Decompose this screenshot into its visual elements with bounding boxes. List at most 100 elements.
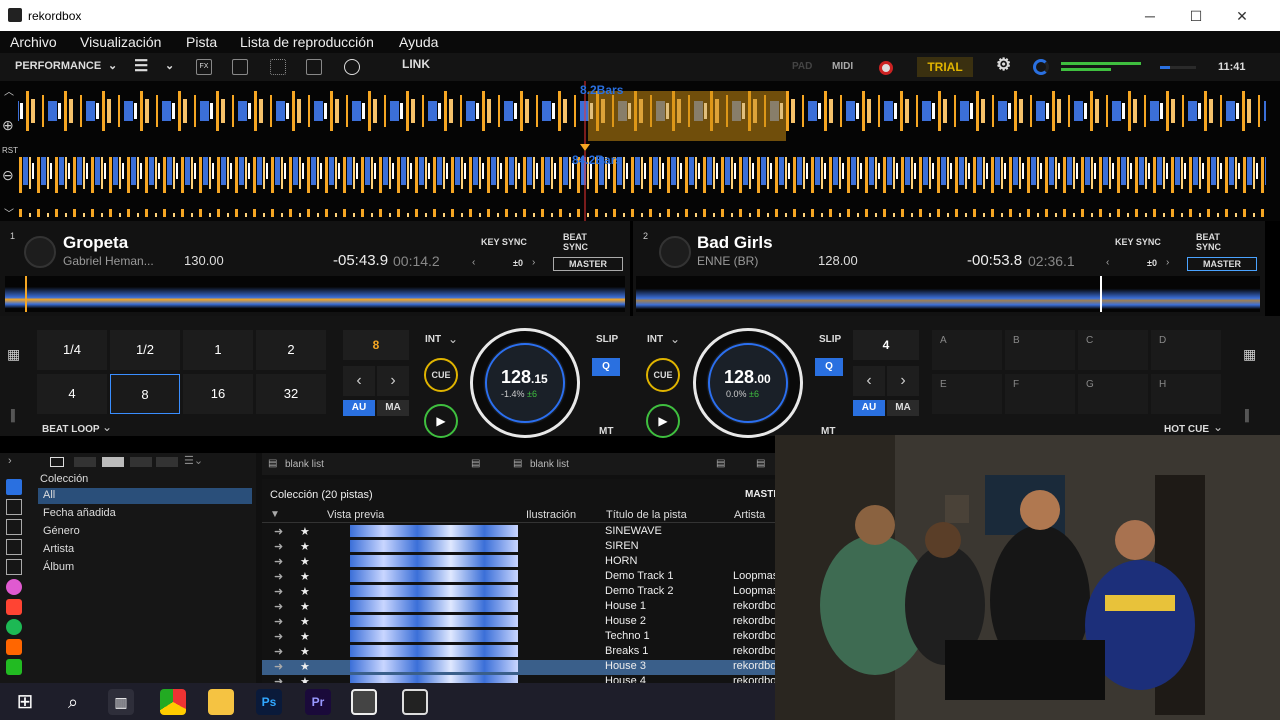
- record-icon[interactable]: [344, 59, 360, 75]
- load-arrow-icon[interactable]: ➜: [274, 570, 283, 583]
- menu-lista-reproduccion[interactable]: Lista de reproducción: [240, 34, 374, 50]
- table-row[interactable]: ➜ ★ House 2 rekordbo: [262, 615, 776, 630]
- master-button[interactable]: MASTER: [1187, 257, 1257, 271]
- chevron-down-icon[interactable]: ⌄: [102, 420, 112, 434]
- tree-item-genre[interactable]: Género: [43, 525, 80, 537]
- tree-item-date[interactable]: Fecha añadida: [43, 507, 116, 519]
- view-mode-icon[interactable]: [102, 457, 124, 467]
- key-down-icon[interactable]: ‹: [1106, 257, 1109, 268]
- cue-button[interactable]: CUE: [646, 358, 680, 392]
- jog-wheel[interactable]: 128.15 -1.4% ±6: [470, 328, 580, 438]
- table-row[interactable]: ➜ ★ House 3 rekordbo: [262, 660, 776, 675]
- pad-button[interactable]: PAD: [792, 61, 812, 79]
- photoshop-icon[interactable]: Ps: [256, 689, 282, 715]
- beat-jump-back-icon[interactable]: ‹: [853, 366, 885, 396]
- preview-waveform[interactable]: [350, 615, 518, 627]
- fx-icon[interactable]: FX: [196, 59, 212, 75]
- chrome-icon[interactable]: [160, 689, 186, 715]
- star-icon[interactable]: ★: [300, 540, 310, 553]
- blank-list-tab[interactable]: blank list: [285, 459, 324, 470]
- pad-grid-icon[interactable]: ▦: [7, 346, 20, 363]
- tree-header[interactable]: Colección: [40, 473, 88, 485]
- view-icon[interactable]: [50, 457, 64, 467]
- quantize-button[interactable]: Q: [815, 358, 843, 376]
- explorer-icon[interactable]: [6, 539, 22, 555]
- tree-item-album[interactable]: Álbum: [43, 561, 74, 573]
- load-arrow-icon[interactable]: ➜: [274, 600, 283, 613]
- int-button[interactable]: INT: [647, 334, 663, 345]
- load-arrow-icon[interactable]: ➜: [274, 555, 283, 568]
- preview-waveform[interactable]: [350, 660, 518, 672]
- pad-side-icon[interactable]: ▐: [7, 410, 15, 422]
- table-row[interactable]: ➜ ★ House 1 rekordbo: [262, 600, 776, 615]
- column-preview[interactable]: Vista previa: [327, 509, 384, 521]
- hot-cue-pad[interactable]: B: [1005, 330, 1075, 370]
- loop-pad[interactable]: 1: [183, 330, 253, 370]
- tag-list-icon[interactable]: [6, 519, 22, 535]
- key-down-icon[interactable]: ‹: [472, 257, 475, 268]
- table-row[interactable]: ➜ ★ Techno 1 rekordbo: [262, 630, 776, 645]
- table-row[interactable]: ➜ ★ Demo Track 1 Loopmas: [262, 570, 778, 585]
- menu-pista[interactable]: Pista: [186, 34, 217, 50]
- loop-pad[interactable]: 2: [256, 330, 326, 370]
- slip-button[interactable]: SLIP: [819, 334, 841, 345]
- expand-icon[interactable]: ›: [8, 455, 12, 467]
- tree-item-selected[interactable]: [38, 488, 252, 504]
- beat-jump-forward-icon[interactable]: ›: [377, 366, 409, 396]
- mixer-icon[interactable]: [306, 59, 322, 75]
- pad-side-icon[interactable]: ▌: [1245, 410, 1253, 422]
- auto-button[interactable]: AU: [853, 400, 885, 416]
- collection-icon[interactable]: [6, 479, 22, 495]
- reset-button[interactable]: RST: [2, 146, 18, 155]
- overview-waveform[interactable]: [636, 276, 1260, 312]
- rekordbox-taskbar-icon[interactable]: [351, 689, 377, 715]
- search-icon[interactable]: ⌕: [60, 689, 86, 715]
- int-button[interactable]: INT: [425, 334, 441, 345]
- hot-cue-pad[interactable]: G: [1078, 374, 1148, 414]
- master-tempo-button[interactable]: MT: [599, 426, 613, 437]
- close-button[interactable]: ✕: [1232, 6, 1252, 26]
- key-up-icon[interactable]: ›: [1166, 257, 1169, 268]
- app-taskbar-icon[interactable]: [402, 689, 428, 715]
- load-arrow-icon[interactable]: ➜: [274, 630, 283, 643]
- loop-pad[interactable]: 4: [37, 374, 107, 414]
- chevron-down-icon[interactable]: ⌄: [108, 59, 117, 77]
- hot-cue-pad[interactable]: H: [1151, 374, 1221, 414]
- tree-item-artist[interactable]: Artista: [43, 543, 74, 555]
- minimize-button[interactable]: ─: [1140, 6, 1160, 26]
- loop-pad[interactable]: 1/2: [110, 330, 180, 370]
- hot-cue-pad[interactable]: F: [1005, 374, 1075, 414]
- load-arrow-icon[interactable]: ➜: [274, 645, 283, 658]
- preview-waveform[interactable]: [350, 645, 518, 657]
- column-title[interactable]: Título de la pista: [606, 509, 687, 521]
- load-arrow-icon[interactable]: ➜: [274, 615, 283, 628]
- trial-button[interactable]: TRIAL: [917, 57, 973, 77]
- star-icon[interactable]: ★: [300, 660, 310, 673]
- premiere-icon[interactable]: Pr: [305, 689, 331, 715]
- zoom-out-icon[interactable]: ⊖: [2, 167, 14, 184]
- star-icon[interactable]: ★: [300, 630, 310, 643]
- manual-button[interactable]: MA: [887, 400, 919, 416]
- beat-sync-button[interactable]: BEAT SYNC: [563, 232, 588, 252]
- waveform-area[interactable]: 8.2Bars 84.2Bars RST ⊕ ⊖ ︿ ﹀: [0, 81, 1280, 221]
- column-artist[interactable]: Artista: [734, 509, 765, 521]
- master-button[interactable]: MASTER: [553, 257, 623, 271]
- file-explorer-icon[interactable]: [208, 689, 234, 715]
- loop-mode-selector[interactable]: BEAT LOOP: [42, 424, 100, 435]
- soundcloud-icon[interactable]: [6, 639, 22, 655]
- play-icon[interactable]: ▶: [646, 404, 680, 438]
- list-menu-icon[interactable]: ▤: [756, 458, 765, 469]
- list-menu-icon[interactable]: ▤: [716, 458, 725, 469]
- mode-selector[interactable]: PERFORMANCE: [15, 60, 101, 78]
- loop-pad[interactable]: 1/4: [37, 330, 107, 370]
- menu-archivo[interactable]: Archivo: [10, 34, 57, 50]
- filter-icon[interactable]: ▼: [270, 509, 280, 520]
- manual-button[interactable]: MA: [377, 400, 409, 416]
- star-icon[interactable]: ★: [300, 645, 310, 658]
- layout-menu-icon[interactable]: ☰: [134, 56, 148, 75]
- preview-waveform[interactable]: [350, 585, 518, 597]
- view-mode-icon[interactable]: [156, 457, 178, 467]
- preview-waveform[interactable]: [350, 525, 518, 537]
- key-up-icon[interactable]: ›: [532, 257, 535, 268]
- hot-cue-pad[interactable]: D: [1151, 330, 1221, 370]
